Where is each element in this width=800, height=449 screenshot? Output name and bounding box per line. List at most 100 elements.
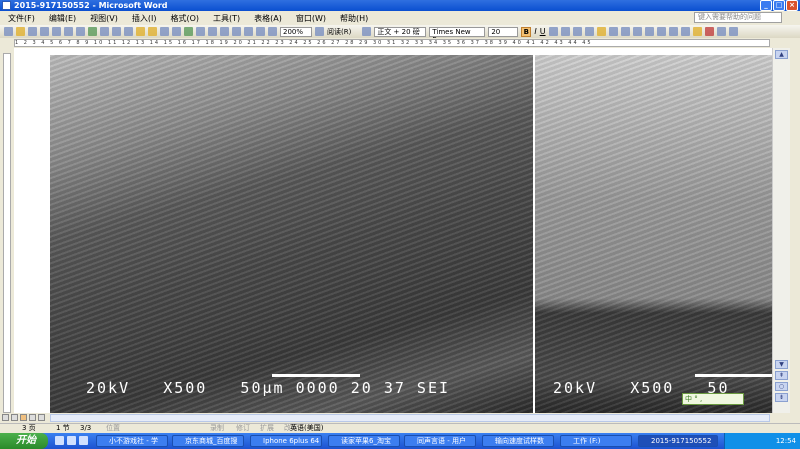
status-language: 英语(美国) (290, 424, 324, 432)
email-icon[interactable] (52, 27, 61, 36)
permission-icon[interactable] (40, 27, 49, 36)
bold-button[interactable]: B (521, 26, 532, 37)
style-select[interactable]: 正文 + 20 磅 (374, 26, 427, 37)
taskbar-item-active[interactable]: 2015-917150552 (638, 435, 718, 447)
highlight-icon[interactable] (692, 27, 702, 36)
toolbar: 200% 阅读(R) 正文 + 20 磅 Times New Roman 20 … (0, 25, 800, 44)
help-search-input[interactable]: 键入需要帮助的问题 (694, 12, 782, 23)
bullets-icon[interactable] (656, 27, 666, 36)
menu-format[interactable]: 格式(O) (170, 13, 199, 24)
numbering-icon[interactable] (644, 27, 654, 36)
sem-image-2[interactable]: 20kV X500 50 (535, 55, 772, 413)
horizontal-scrollbar[interactable] (0, 413, 800, 423)
enclose-char-icon[interactable] (728, 27, 738, 36)
scroll-down-button[interactable]: ▼ (775, 360, 788, 369)
show-hide-icon[interactable] (268, 27, 277, 36)
status-rev[interactable]: 修订 (236, 424, 250, 433)
underline-button[interactable]: U (540, 27, 546, 36)
prev-page-button[interactable]: ⇞ (775, 371, 788, 380)
taskbar-item[interactable]: 京东商城_百度搜 (172, 435, 244, 447)
styles-icon[interactable] (362, 27, 372, 36)
taskbar-item[interactable]: 同声言语 - 用户 (404, 435, 476, 447)
normal-view-button[interactable] (2, 414, 9, 421)
status-rec[interactable]: 录制 (210, 424, 224, 433)
read-button[interactable]: 阅读(R) (327, 27, 351, 37)
undo-icon[interactable] (160, 27, 169, 36)
status-section: 1 节 (56, 424, 70, 432)
maximize-button[interactable]: □ (773, 0, 785, 11)
copy-icon[interactable] (124, 27, 133, 36)
font-color-icon[interactable] (704, 27, 714, 36)
line-spacing-icon[interactable] (632, 27, 642, 36)
menu-table[interactable]: 表格(A) (254, 13, 282, 24)
taskbar-item[interactable]: 读家苹果6_淘宝 (328, 435, 400, 447)
taskbar-item[interactable]: 工作 (F:) (560, 435, 632, 447)
menu-window[interactable]: 窗口(W) (296, 13, 326, 24)
paste-icon[interactable] (136, 27, 145, 36)
ime-toolbar[interactable]: 中 ° , (682, 393, 744, 405)
reading-view-button[interactable] (38, 414, 45, 421)
justify-icon[interactable] (620, 27, 630, 36)
redo-icon[interactable] (172, 27, 181, 36)
menu-edit[interactable]: 编辑(E) (49, 13, 76, 24)
clock[interactable]: 12:54 (776, 437, 796, 445)
save-icon[interactable] (28, 27, 37, 36)
align-left-icon[interactable] (584, 27, 594, 36)
drawing-icon[interactable] (244, 27, 253, 36)
start-button[interactable]: 开始 (0, 433, 48, 449)
help-icon[interactable] (315, 27, 324, 36)
decrease-indent-icon[interactable] (668, 27, 678, 36)
hyperlink-icon[interactable] (184, 27, 193, 36)
increase-indent-icon[interactable] (680, 27, 690, 36)
vertical-scrollbar[interactable]: ▲ ▼ ⇞ ○ ⇟ (772, 48, 790, 413)
align-center-icon[interactable] (596, 27, 606, 36)
minimize-button[interactable]: _ (760, 0, 772, 11)
align-right-icon[interactable] (608, 27, 618, 36)
ie-icon[interactable] (55, 436, 64, 445)
spelling-icon[interactable] (88, 27, 97, 36)
phonetic-icon[interactable] (716, 27, 726, 36)
research-icon[interactable] (100, 27, 109, 36)
print-preview-icon[interactable] (76, 27, 85, 36)
outline-view-button[interactable] (29, 414, 36, 421)
char-border-icon[interactable] (548, 27, 558, 36)
menu-tools[interactable]: 工具(T) (213, 13, 240, 24)
zoom-select[interactable]: 200% (280, 26, 312, 37)
show-desktop-icon[interactable] (67, 436, 76, 445)
status-ext[interactable]: 扩展 (260, 424, 274, 433)
horizontal-scroll-track[interactable] (50, 414, 770, 422)
close-button[interactable]: × (786, 0, 798, 11)
status-position: 位置 (106, 424, 120, 432)
font-select[interactable]: Times New Roman (429, 26, 486, 44)
menu-file[interactable]: 文件(F) (8, 13, 35, 24)
taskbar-item[interactable]: 小不游戏社 - 学 (96, 435, 168, 447)
insert-excel-icon[interactable] (220, 27, 229, 36)
sem-image-1[interactable]: 20kV X500 50μm 0000 20 37 SEI (50, 55, 533, 413)
next-page-button[interactable]: ⇟ (775, 393, 788, 402)
font-size-select[interactable]: 20 (488, 26, 519, 37)
cut-icon[interactable] (112, 27, 121, 36)
print-icon[interactable] (64, 27, 73, 36)
italic-button[interactable]: I (534, 27, 536, 36)
menu-help[interactable]: 帮助(H) (340, 13, 368, 24)
taskbar-item[interactable]: 输向速度试样数 (482, 435, 554, 447)
taskbar-item[interactable]: Iphone 6plus 64 (250, 435, 322, 447)
open-icon[interactable] (16, 27, 25, 36)
media-icon[interactable] (79, 436, 88, 445)
format-painter-icon[interactable] (148, 27, 157, 36)
document-map-icon[interactable] (256, 27, 265, 36)
scroll-up-button[interactable]: ▲ (775, 50, 788, 59)
menu-insert[interactable]: 插入(I) (132, 13, 157, 24)
char-shading-icon[interactable] (560, 27, 570, 36)
vertical-ruler[interactable] (0, 48, 14, 413)
insert-table-icon[interactable] (208, 27, 217, 36)
tables-borders-icon[interactable] (196, 27, 205, 36)
char-scale-icon[interactable] (572, 27, 582, 36)
columns-icon[interactable] (232, 27, 241, 36)
select-browse-object-button[interactable]: ○ (775, 382, 788, 391)
horizontal-ruler[interactable]: 1 2 3 4 5 6 7 8 9 10 11 12 13 14 15 16 1… (0, 38, 800, 48)
menu-view[interactable]: 视图(V) (90, 13, 118, 24)
new-icon[interactable] (4, 27, 13, 36)
print-view-button[interactable] (20, 414, 27, 421)
web-view-button[interactable] (11, 414, 18, 421)
